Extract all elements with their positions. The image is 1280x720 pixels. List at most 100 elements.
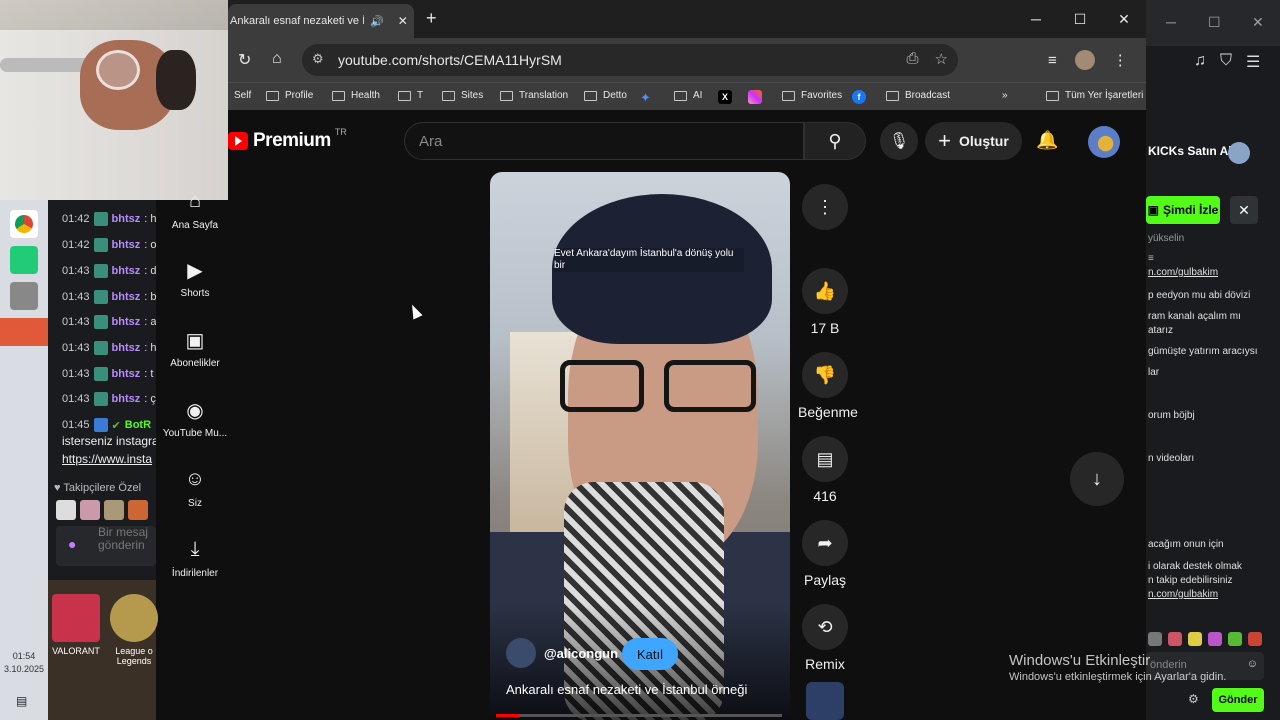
guide-youtube-music[interactable]: ◉ YouTube Mu... [156, 398, 234, 439]
shield-icon[interactable]: ⛉ [1220, 52, 1232, 72]
emote-icon[interactable] [1228, 632, 1242, 646]
guide-you[interactable]: ☺ Siz [156, 468, 234, 509]
next-video-button[interactable]: ↓ [1070, 452, 1124, 506]
dislike-button[interactable]: 👎 Beğenme [798, 352, 858, 420]
bookmark[interactable]: f [852, 90, 866, 104]
speaker-icon[interactable]: 🔊 [370, 15, 384, 28]
join-button[interactable]: Katıl [622, 638, 678, 670]
emote-icon[interactable] [104, 500, 124, 520]
emote-icon[interactable] [56, 500, 76, 520]
new-tab-icon[interactable]: + [426, 8, 437, 29]
bookmark[interactable]: X [718, 90, 732, 104]
home-icon[interactable]: ⌂ [272, 50, 282, 68]
bookmark-folder[interactable]: Translation [500, 90, 568, 101]
bookmark-folder[interactable]: Favorites [782, 90, 842, 101]
valorant-icon[interactable]: VALORANT [50, 594, 102, 656]
emote-icon[interactable] [1188, 632, 1202, 646]
site-info-icon[interactable]: ⚙ [312, 51, 324, 67]
mic-icon[interactable]: ● [68, 536, 76, 552]
emote-icon[interactable] [1168, 632, 1182, 646]
emote-icon[interactable] [1248, 632, 1262, 646]
comments-button[interactable]: ▤ 416 [798, 436, 852, 504]
bookmark-folder[interactable]: Profile [266, 90, 313, 101]
watch-now-button[interactable]: ▣ Şimdi İzle [1146, 196, 1220, 224]
chat-fragment[interactable]: n.com/gulbakim [1148, 588, 1218, 602]
close-icon[interactable]: ✕ [1230, 196, 1258, 224]
taskbar-clock[interactable]: 01:54 3.10.2025 [0, 650, 48, 676]
star-icon[interactable]: ☆ [935, 50, 948, 68]
minimize-icon[interactable]: ─ [1166, 14, 1176, 30]
send-button[interactable]: Gönder [1212, 688, 1264, 712]
app-icon[interactable] [0, 318, 48, 346]
chat-fragment: acağım onun için [1148, 539, 1224, 550]
bookmark-folder[interactable]: Health [332, 90, 380, 101]
video-title[interactable]: Ankaralı esnaf nezaketi ve İstanbul örne… [506, 682, 747, 697]
app-icon[interactable] [10, 246, 38, 274]
notification-icon[interactable]: ▤ [16, 694, 27, 708]
address-bar[interactable]: ⚙ youtube.com/shorts/CEMA11HyrSM ⎙ ☆ [302, 44, 958, 76]
emote-icon[interactable] [80, 500, 100, 520]
guide-home[interactable]: ⌂ Ana Sayfa [156, 190, 234, 231]
maximize-icon[interactable]: ☐ [1208, 14, 1221, 31]
chat-fragment[interactable]: n.com/gulbakim [1148, 266, 1218, 280]
search-input[interactable]: Ara [404, 122, 804, 160]
gear-icon[interactable]: ⚙ [1188, 692, 1199, 706]
more-bookmarks-icon[interactable]: » [1002, 90, 1008, 101]
folder-icon [584, 90, 597, 101]
all-bookmarks[interactable]: Tüm Yer İşaretleri [1046, 90, 1143, 101]
notifications-bell-icon[interactable]: 🔔 [1036, 130, 1058, 151]
emote-icon[interactable] [1148, 632, 1162, 646]
chat-link[interactable]: https://www.insta [62, 452, 152, 466]
voice-search-button[interactable]: 🎙 [880, 122, 918, 160]
profile-avatar[interactable] [1074, 50, 1095, 70]
short-video-player[interactable]: Evet Ankara'dayım İstanbul'a dönüş yolu … [490, 172, 790, 720]
bookmark-folder[interactable]: T [398, 90, 423, 101]
reload-icon[interactable]: ↻ [238, 50, 251, 70]
channel-name[interactable]: @alicongun [544, 646, 618, 661]
channel-avatar[interactable] [506, 638, 536, 668]
emoji-icon[interactable]: ☺ [1247, 658, 1258, 670]
video-progress-bar[interactable] [496, 714, 782, 717]
search-button[interactable]: ⚲ [804, 122, 866, 160]
bookmark[interactable]: ✦ [640, 90, 651, 106]
chat-input[interactable]: ● Bir mesaj gönderin [56, 526, 156, 566]
music-icon[interactable]: ♫ [1194, 52, 1206, 72]
filter-icon[interactable]: ≡ [1148, 252, 1154, 266]
bookmark-folder[interactable]: Broadcast [886, 90, 950, 101]
create-button[interactable]: + Oluştur [925, 122, 1022, 160]
like-button[interactable]: 👍 17 B [798, 268, 852, 336]
minimize-icon[interactable]: ─ [1014, 0, 1058, 38]
share-button[interactable]: ➦ Paylaş [798, 520, 852, 588]
account-avatar[interactable] [1088, 126, 1120, 158]
more-vert-icon: ⋮ [802, 184, 848, 230]
remix-button[interactable]: ⟲ Remix [798, 604, 852, 672]
bookmark-folder[interactable]: AI [674, 90, 702, 101]
install-app-icon[interactable]: ⎙ [907, 50, 919, 68]
close-tab-icon[interactable]: ✕ [398, 14, 408, 28]
guide-downloads[interactable]: ⤓ İndirilenler [156, 538, 234, 579]
bookmark-folder[interactable]: Sites [442, 90, 483, 101]
close-icon[interactable]: ✕ [1102, 0, 1146, 38]
active-tab[interactable]: Ankaralı esnaf nezaketi ve İstanbul ö...… [228, 4, 414, 38]
guide-shorts[interactable]: ▶ Shorts [156, 258, 234, 299]
close-icon[interactable]: ✕ [1252, 14, 1264, 31]
media-control-icon[interactable]: ≡ [1048, 52, 1057, 69]
buy-kicks-label[interactable]: KICKs Satın Al [1148, 144, 1232, 158]
chrome-icon[interactable] [10, 210, 38, 238]
emote-icon[interactable] [1208, 632, 1222, 646]
guide-subscriptions[interactable]: ▣ Abonelikler [156, 328, 234, 369]
app-icon[interactable] [10, 282, 38, 310]
menu-icon[interactable]: ⋮ [1113, 51, 1128, 69]
channel-thumbnail[interactable] [806, 682, 844, 720]
more-options-button[interactable]: ⋮ [798, 184, 852, 236]
league-of-legends-icon[interactable]: League o Legends [108, 594, 160, 666]
arrow-down-icon: ↓ [1092, 467, 1102, 490]
youtube-logo[interactable]: Premium TR [228, 127, 347, 152]
menu-icon[interactable]: ☰ [1246, 52, 1260, 72]
avatar[interactable] [1228, 142, 1250, 164]
emote-icon[interactable] [128, 500, 148, 520]
bookmark[interactable] [748, 90, 762, 104]
bookmark[interactable]: Self [234, 90, 251, 101]
bookmark-folder[interactable]: Detto [584, 90, 627, 101]
maximize-icon[interactable]: ☐ [1058, 0, 1102, 38]
